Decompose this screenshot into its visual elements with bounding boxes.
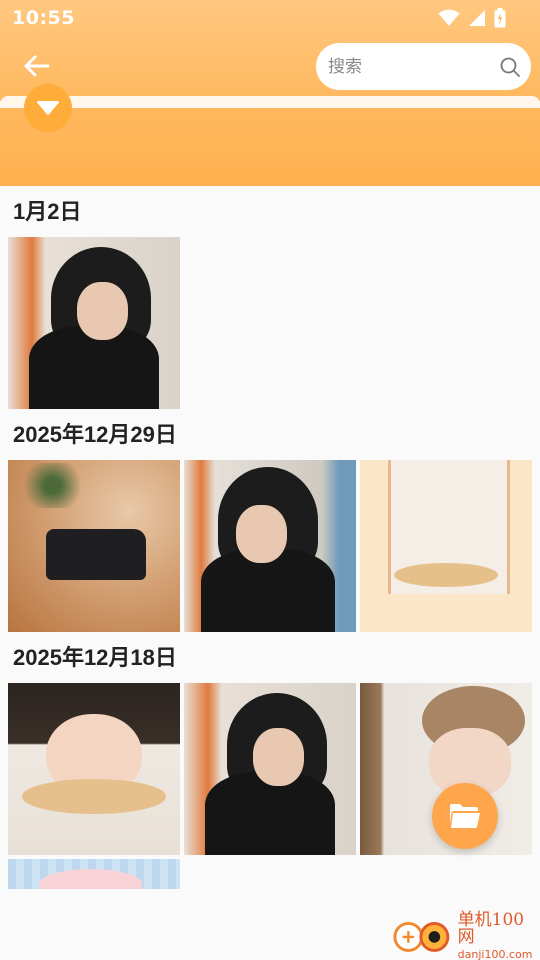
watermark-name: 单机100网 — [457, 910, 525, 947]
group-date-label: 2025年12月18日 — [13, 645, 177, 670]
expand-dropdown-button[interactable] — [24, 84, 72, 132]
header-panel-edge — [0, 96, 540, 108]
folder-fab-button[interactable] — [432, 783, 498, 849]
group-date-label: 1月2日 — [13, 199, 82, 224]
search-input[interactable] — [328, 56, 499, 77]
search-icon[interactable] — [499, 56, 521, 78]
app-header: 10:55 — [0, 0, 540, 186]
wifi-icon — [438, 9, 460, 26]
status-bar: 10:55 — [0, 0, 540, 36]
folder-icon — [450, 804, 480, 828]
group-date-label: 2025年12月29日 — [13, 422, 177, 447]
photo-thumbnail[interactable] — [8, 683, 180, 855]
watermark-text: 单机100网 danji100.com — [458, 912, 538, 960]
photo-group: 2025年12月18日 — [0, 632, 540, 889]
photo-thumbnail[interactable] — [184, 683, 356, 855]
photo-thumbnail[interactable] — [360, 460, 532, 632]
battery-charging-icon — [494, 8, 506, 28]
photo-thumbnail[interactable] — [8, 859, 180, 889]
watermark-logo-icon — [393, 922, 450, 952]
photo-thumbnail[interactable] — [8, 460, 180, 632]
site-watermark: 单机100网 danji100.com — [392, 912, 538, 960]
watermark-url: danji100.com — [457, 948, 533, 960]
photo-thumbnail[interactable] — [8, 237, 180, 409]
photo-thumbnail[interactable] — [184, 460, 356, 632]
photo-row — [0, 460, 540, 632]
arrow-left-icon — [24, 55, 50, 77]
photo-group: 1月2日 — [0, 186, 540, 409]
triangle-down-icon — [37, 101, 59, 115]
status-icons — [438, 7, 506, 29]
back-button[interactable] — [20, 50, 52, 82]
photo-row — [0, 859, 540, 889]
status-time: 10:55 — [12, 7, 75, 29]
search-box[interactable] — [316, 43, 531, 90]
photo-row — [0, 237, 540, 409]
photo-group: 2025年12月29日 — [0, 409, 540, 632]
cellular-signal-icon — [469, 10, 485, 26]
